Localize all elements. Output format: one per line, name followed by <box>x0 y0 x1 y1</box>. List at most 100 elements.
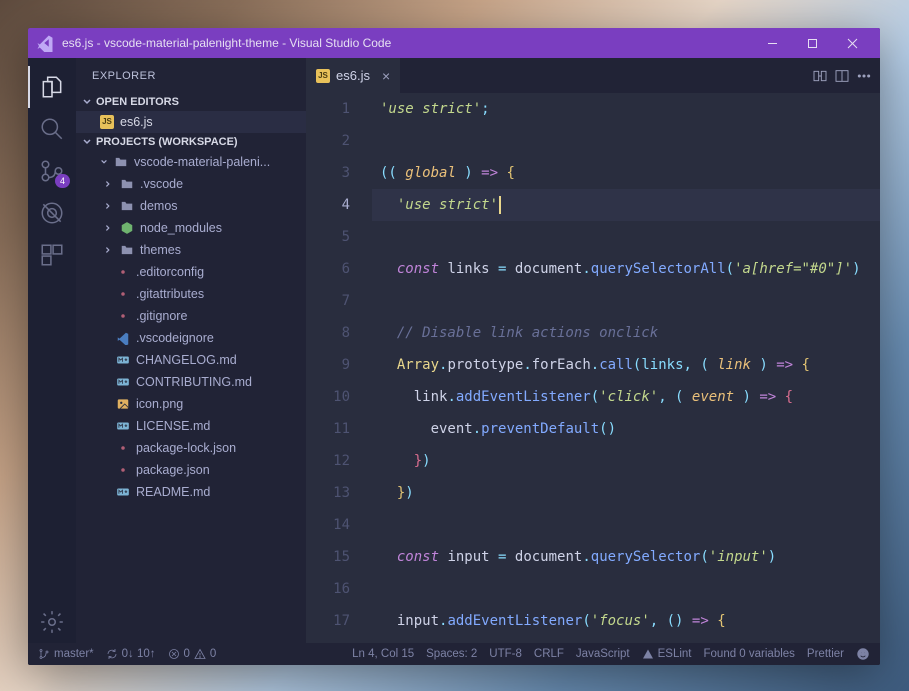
tree-item[interactable]: node_modules <box>76 217 306 239</box>
tab-bar: JS es6.js × <box>306 58 880 93</box>
tree-item[interactable]: .vscode <box>76 173 306 195</box>
code-line[interactable] <box>372 125 880 157</box>
scm-badge: 4 <box>55 174 70 188</box>
editor-tab[interactable]: JS es6.js × <box>306 58 400 93</box>
tab-label: es6.js <box>336 68 370 83</box>
tree-item-label: demos <box>140 199 178 213</box>
code-line[interactable]: const links = document.querySelectorAll(… <box>372 253 880 285</box>
line-number: 4 <box>306 189 350 221</box>
config-icon <box>116 309 130 323</box>
code-line[interactable]: input.addEventListener('focus', () => { <box>372 605 880 637</box>
tree-item-label: package-lock.json <box>136 441 236 455</box>
status-eol[interactable]: CRLF <box>534 648 564 660</box>
editor-actions <box>812 58 880 93</box>
code-line[interactable]: // Disable link actions onclick <box>372 317 880 349</box>
status-language[interactable]: JavaScript <box>576 648 630 660</box>
status-branch[interactable]: master* <box>38 648 94 660</box>
code-content[interactable]: 'use strict'; (( global ) => { 'use stri… <box>372 93 880 643</box>
tree-item-label: CHANGELOG.md <box>136 353 237 367</box>
chevron-down-icon <box>100 158 108 166</box>
projects-label: PROJECTS (WORKSPACE) <box>96 136 238 148</box>
activity-scm[interactable]: 4 <box>28 150 76 192</box>
activity-extensions[interactable] <box>28 234 76 276</box>
vs-icon <box>116 331 130 345</box>
code-line[interactable]: const input = document.querySelector('in… <box>372 541 880 573</box>
tree-item[interactable]: package-lock.json <box>76 437 306 459</box>
activity-settings[interactable] <box>28 601 76 643</box>
code-line[interactable]: (( global ) => { <box>372 157 880 189</box>
tree-item[interactable]: icon.png <box>76 393 306 415</box>
maximize-button[interactable] <box>792 28 832 58</box>
activity-explorer[interactable] <box>28 66 76 108</box>
line-number: 14 <box>306 509 350 541</box>
branch-icon <box>38 648 50 660</box>
status-sync[interactable]: 0↓ 10↑ <box>106 648 156 660</box>
code-line[interactable] <box>372 221 880 253</box>
status-found[interactable]: Found 0 variables <box>704 648 795 660</box>
split-icon[interactable] <box>834 68 850 84</box>
minimize-button[interactable] <box>752 28 792 58</box>
close-tab-button[interactable]: × <box>382 68 390 84</box>
js-icon: JS <box>100 115 114 129</box>
text-cursor <box>499 196 501 214</box>
tree-item-label: .gitattributes <box>136 287 204 301</box>
md-icon <box>116 353 130 367</box>
code-line[interactable]: 'use strict'; <box>372 93 880 125</box>
folder-icon <box>120 199 134 213</box>
line-number: 15 <box>306 541 350 573</box>
open-editors-section[interactable]: OPEN EDITORS <box>76 93 306 111</box>
code-line[interactable]: link.addEventListener('click', ( event )… <box>372 381 880 413</box>
compare-icon[interactable] <box>812 68 828 84</box>
activity-debug[interactable] <box>28 192 76 234</box>
tree-item[interactable]: demos <box>76 195 306 217</box>
smiley-icon[interactable] <box>856 647 870 661</box>
line-number: 10 <box>306 381 350 413</box>
tree-item[interactable]: LICENSE.md <box>76 415 306 437</box>
tree-item[interactable]: README.md <box>76 481 306 503</box>
status-problems[interactable]: 0 0 <box>168 648 217 660</box>
bug-icon <box>39 200 65 226</box>
code-line[interactable]: }) <box>372 445 880 477</box>
tree-item[interactable]: package.json <box>76 459 306 481</box>
projects-section[interactable]: PROJECTS (WORKSPACE) <box>76 133 306 151</box>
line-number: 6 <box>306 253 350 285</box>
files-icon <box>39 74 65 100</box>
titlebar[interactable]: es6.js - vscode-material-palenight-theme… <box>28 28 880 58</box>
tree-item-label: README.md <box>136 485 210 499</box>
root-folder[interactable]: vscode-material-paleni... <box>76 151 306 173</box>
status-prettier[interactable]: Prettier <box>807 648 844 660</box>
chevron-down-icon <box>82 97 92 107</box>
code-line[interactable]: event.preventDefault() <box>372 413 880 445</box>
code-line[interactable]: 'use strict' <box>372 189 880 221</box>
code-area[interactable]: 1234567891011121314151617 'use strict'; … <box>306 93 880 643</box>
tree-item[interactable]: .vscodeignore <box>76 327 306 349</box>
img-icon <box>116 397 130 411</box>
activity-search[interactable] <box>28 108 76 150</box>
more-icon[interactable] <box>856 68 872 84</box>
status-spaces[interactable]: Spaces: 2 <box>426 648 477 660</box>
tree-item[interactable]: themes <box>76 239 306 261</box>
status-cursor[interactable]: Ln 4, Col 15 <box>352 648 414 660</box>
tree-item[interactable]: CONTRIBUTING.md <box>76 371 306 393</box>
code-line[interactable] <box>372 573 880 605</box>
code-line[interactable] <box>372 285 880 317</box>
open-editor-file[interactable]: JS es6.js <box>76 111 306 133</box>
sidebar-title: EXPLORER <box>76 58 306 93</box>
status-encoding[interactable]: UTF-8 <box>489 648 522 660</box>
code-line[interactable]: Array.prototype.forEach.call(links, ( li… <box>372 349 880 381</box>
code-line[interactable]: }) <box>372 477 880 509</box>
tree-item-label: package.json <box>136 463 210 477</box>
tree-item[interactable]: .gitattributes <box>76 283 306 305</box>
close-button[interactable] <box>832 28 872 58</box>
tree-item[interactable]: .gitignore <box>76 305 306 327</box>
tree-item[interactable]: .editorconfig <box>76 261 306 283</box>
config-icon <box>116 463 130 477</box>
editor-group: JS es6.js × 1234567891011121314151617 'u… <box>306 58 880 643</box>
status-eslint[interactable]: ESLint <box>642 648 692 660</box>
line-number: 13 <box>306 477 350 509</box>
tree-item[interactable]: CHANGELOG.md <box>76 349 306 371</box>
code-line[interactable] <box>372 509 880 541</box>
tree-item-label: icon.png <box>136 397 183 411</box>
vscode-window: es6.js - vscode-material-palenight-theme… <box>28 28 880 665</box>
line-number: 1 <box>306 93 350 125</box>
